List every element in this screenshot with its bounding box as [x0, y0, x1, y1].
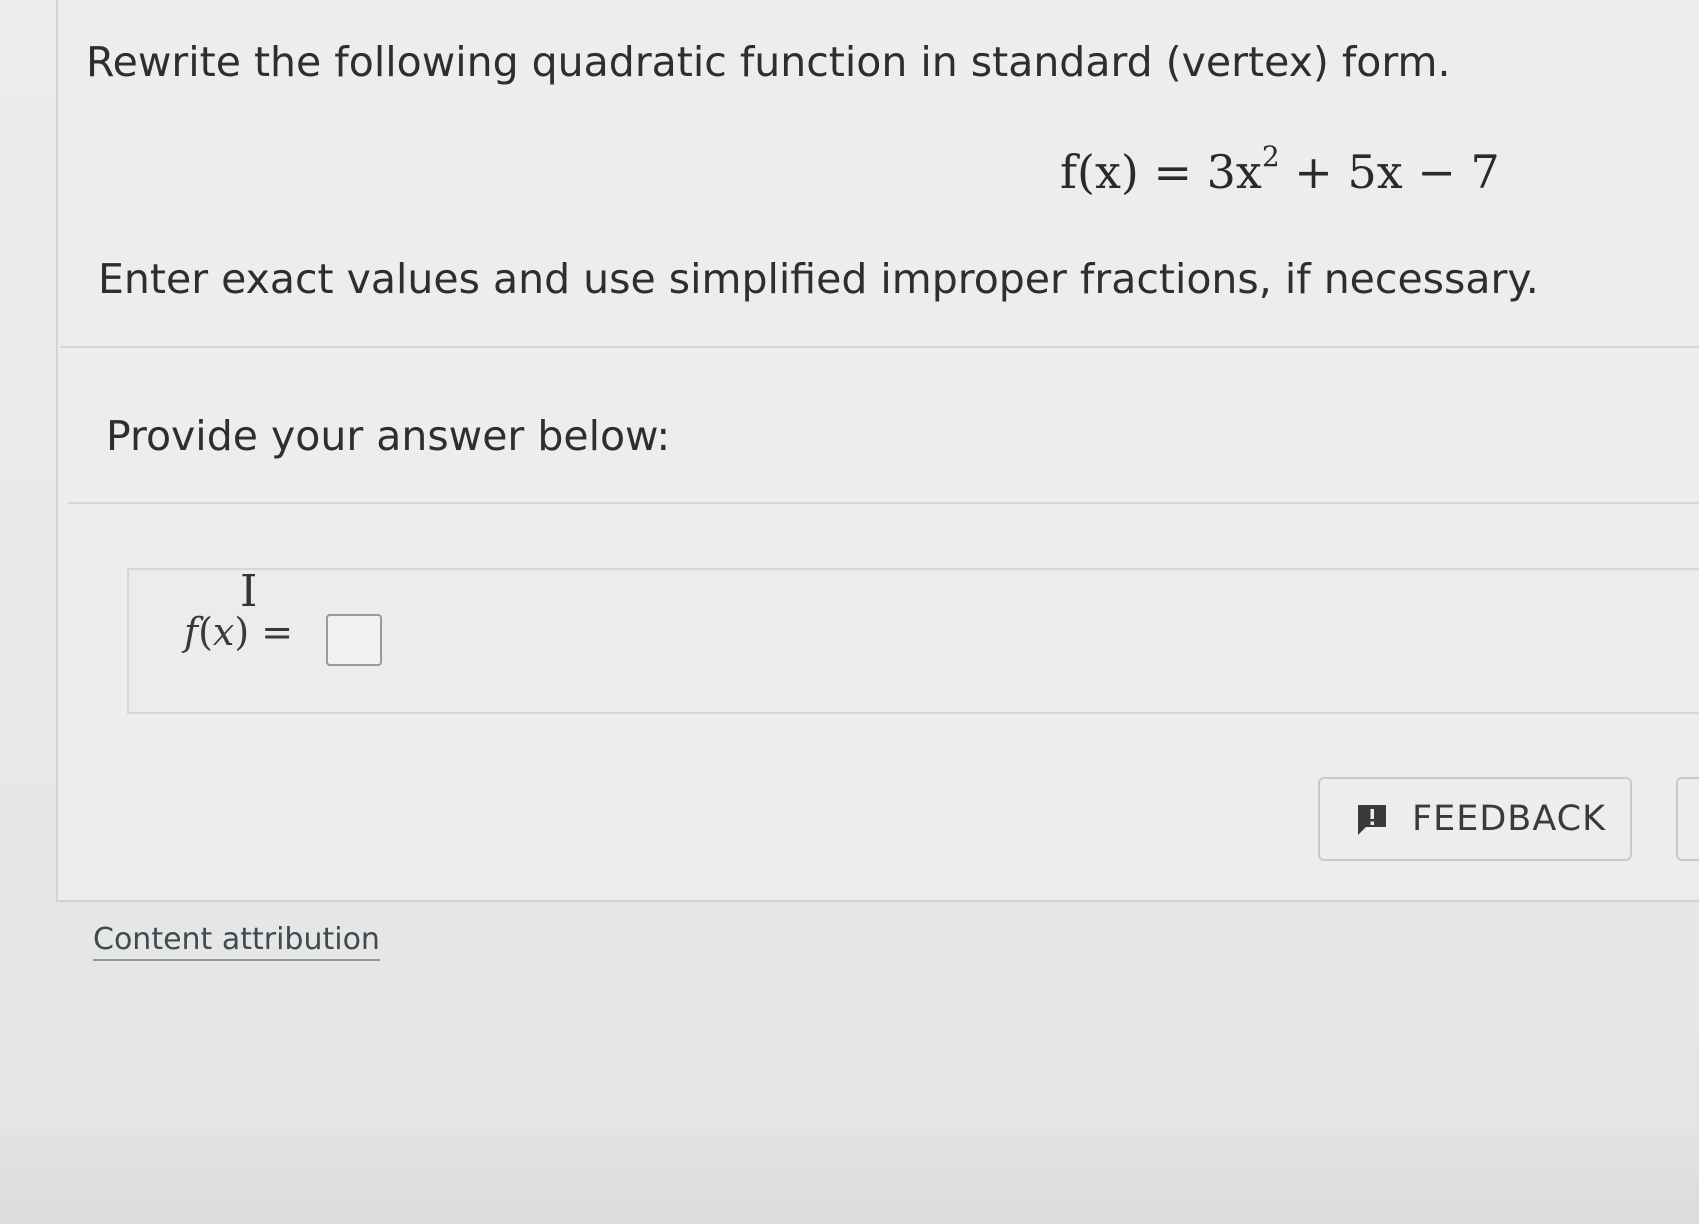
feedback-button[interactable]: FEEDBACK: [1318, 777, 1632, 861]
answer-label: f(x) =: [184, 610, 293, 654]
answer-heading: Provide your answer below:: [106, 412, 671, 460]
divider: [60, 346, 1699, 348]
content-attribution-link[interactable]: Content attribution: [93, 922, 380, 961]
question-equation: f(x) = 3x2 + 5x − 7: [1060, 140, 1500, 199]
equation-rhs: + 5x − 7: [1279, 145, 1500, 199]
question-prompt: Rewrite the following quadratic function…: [86, 38, 1451, 86]
answer-label-open: (: [198, 610, 213, 654]
page: Rewrite the following quadratic function…: [0, 0, 1699, 1224]
question-instruction: Enter exact values and use simplified im…: [98, 255, 1539, 303]
divider: [68, 502, 1699, 504]
equation-exponent: 2: [1261, 139, 1280, 173]
answer-label-func: f: [184, 610, 199, 654]
bottom-band: [0, 1130, 1699, 1224]
equation-lhs: f(x) = 3x: [1060, 145, 1262, 199]
text-cursor-icon: I: [240, 566, 258, 617]
feedback-alert-icon: [1354, 801, 1390, 837]
answer-input[interactable]: [326, 614, 382, 666]
answer-label-var: x: [212, 610, 235, 654]
feedback-label: FEEDBACK: [1412, 799, 1607, 839]
next-button-partial[interactable]: [1676, 777, 1699, 861]
